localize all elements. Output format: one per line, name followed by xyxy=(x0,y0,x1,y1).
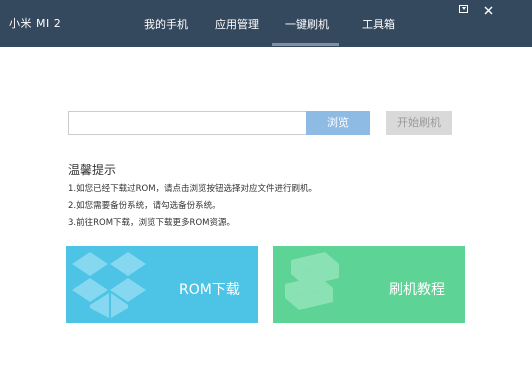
rom-download-label: ROM下载 xyxy=(179,282,240,298)
dropbox-icon xyxy=(72,252,146,318)
device-name: 小米 MI 2 xyxy=(9,17,62,30)
flash-tutorial-tile[interactable]: 刷机教程 xyxy=(273,246,465,323)
browse-button[interactable]: 浏览 xyxy=(306,111,370,135)
tip-line: 3.前往ROM下载，浏览下载更多ROM资源。 xyxy=(68,218,235,228)
tip-line: 2.如您需要备份系统，请勾选备份系统。 xyxy=(68,201,221,211)
rom-download-tile[interactable]: ROM下载 xyxy=(66,246,258,323)
tab-my-phone[interactable]: 我的手机 xyxy=(144,16,188,32)
tab-app-manager[interactable]: 应用管理 xyxy=(215,16,259,32)
rom-path-input[interactable] xyxy=(68,111,306,135)
tab-toolbox[interactable]: 工具箱 xyxy=(362,16,395,32)
tab-one-click-flash[interactable]: 一键刷机 xyxy=(285,16,329,32)
flash-tutorial-label: 刷机教程 xyxy=(389,282,445,298)
start-flash-button: 开始刷机 xyxy=(386,111,452,135)
close-icon[interactable] xyxy=(481,3,495,17)
menu-dropdown-icon[interactable] xyxy=(456,3,470,17)
title-bar: 小米 MI 2 我的手机 应用管理 一键刷机 工具箱 xyxy=(0,0,532,47)
books-icon xyxy=(285,252,339,310)
tip-line: 1.如您已经下载过ROM，请点击浏览按钮选择对应文件进行刷机。 xyxy=(68,184,318,194)
tips-title: 温馨提示 xyxy=(68,163,117,177)
active-tab-indicator xyxy=(272,43,339,46)
